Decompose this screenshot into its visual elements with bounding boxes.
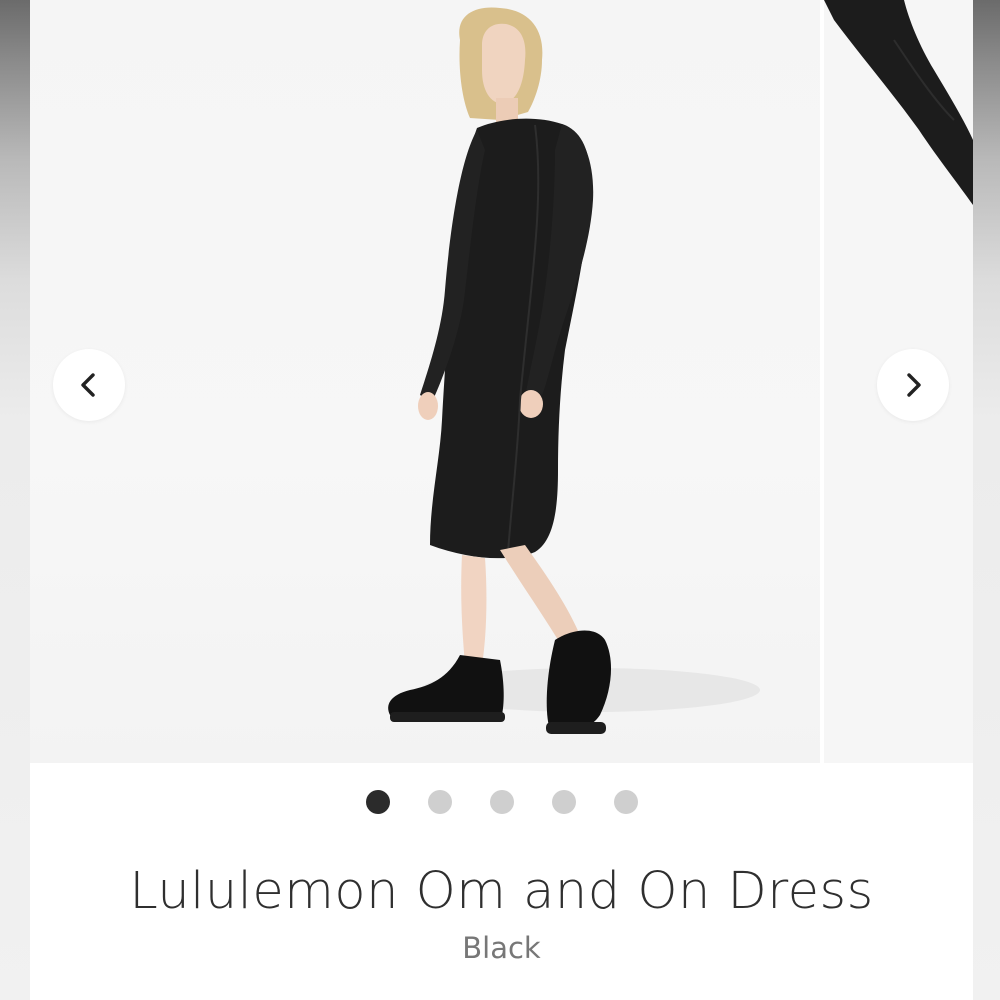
carousel-dot-5[interactable]: [613, 790, 638, 814]
carousel-dot-1[interactable]: [365, 790, 390, 814]
image-carousel[interactable]: [30, 0, 973, 763]
product-page: Lululemon Om and On Dress Black: [30, 0, 973, 1000]
carousel-next-button[interactable]: [877, 349, 949, 421]
screenshot-frame: Lululemon Om and On Dress Black: [0, 0, 1000, 1000]
carousel-prev-button[interactable]: [53, 349, 125, 421]
carousel-pagination: [30, 789, 973, 815]
carousel-slide-current: [30, 0, 820, 763]
chevron-right-icon: [907, 373, 921, 397]
product-title: Lululemon Om and On Dress: [129, 862, 874, 921]
product-color: Black: [462, 931, 541, 965]
carousel-dot-4[interactable]: [551, 790, 576, 814]
product-photo: [388, 7, 760, 734]
chevron-left-icon: [81, 373, 95, 397]
carousel-dot-3[interactable]: [489, 790, 514, 814]
carousel-dot-2[interactable]: [427, 790, 452, 814]
